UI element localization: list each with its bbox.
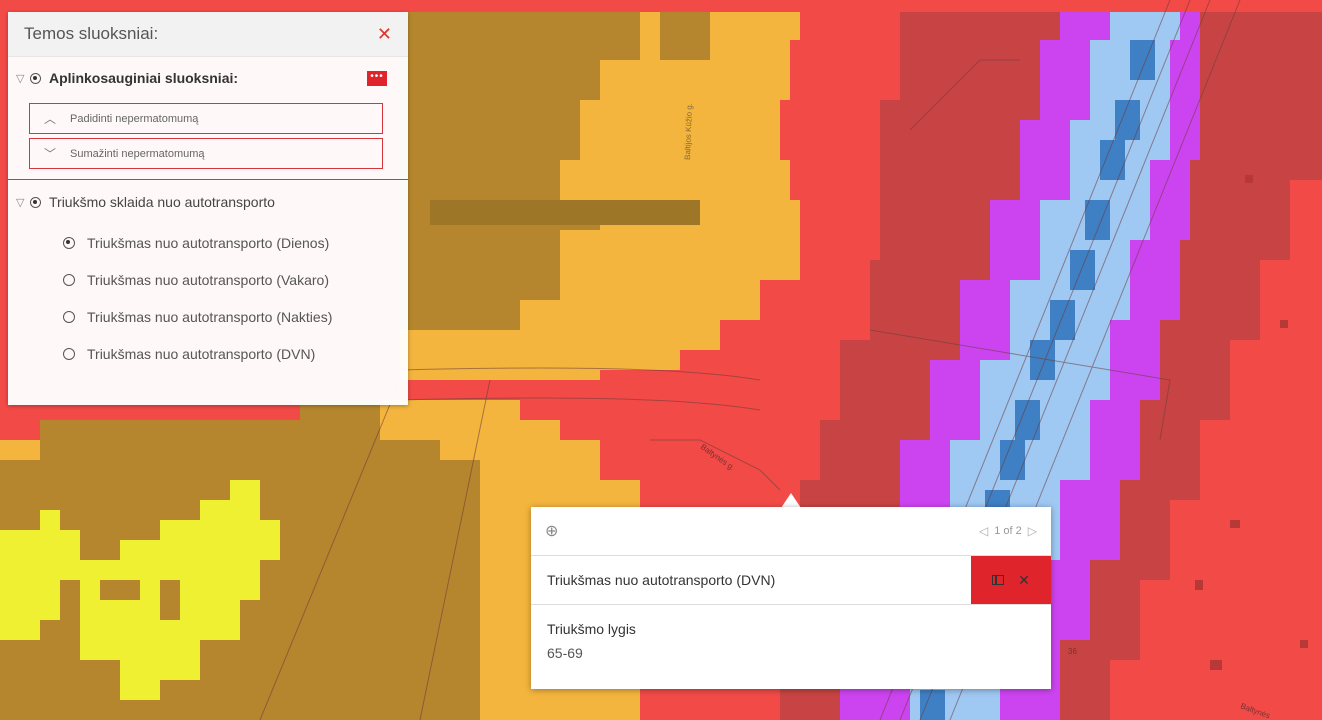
building-number: 36 <box>1068 647 1077 656</box>
group-radio[interactable] <box>30 196 41 208</box>
zoom-in-icon[interactable]: ⊕ <box>545 521 558 541</box>
close-icon[interactable]: ✕ <box>377 24 392 45</box>
increase-opacity-label: Padidinti nepermatomumą <box>70 112 199 125</box>
layer-item-dvn[interactable]: Triukšmas nuo autotransporto (DVN) <box>8 335 408 372</box>
pager-text: 1 of 2 <box>994 525 1022 537</box>
layer-item-label: Triukšmas nuo autotransporto (Vakaro) <box>87 271 329 288</box>
chevron-down-icon: ﹀ <box>43 147 56 161</box>
chevron-up-icon: ︿ <box>43 112 56 126</box>
group-radio[interactable] <box>30 72 41 84</box>
layer-item-label: Triukšmas nuo autotransporto (DVN) <box>87 345 316 362</box>
popup-actions: ✕ <box>971 556 1051 604</box>
layer-item-label: Triukšmas nuo autotransporto (Dienos) <box>87 234 330 251</box>
panel-header: Temos sluoksniai: ✕ <box>8 12 408 57</box>
radio-button[interactable] <box>63 310 75 323</box>
layer-item-evening[interactable]: Triukšmas nuo autotransporto (Vakaro) <box>8 261 408 298</box>
next-icon[interactable]: ▷ <box>1028 524 1037 538</box>
layers-panel: Temos sluoksniai: ✕ ▽ Aplinkosauginiai s… <box>8 12 408 405</box>
field-label: Triukšmo lygis <box>547 621 636 637</box>
group-label: Aplinkosauginiai sluoksniai: <box>49 70 239 86</box>
panel-title: Temos sluoksniai: <box>24 24 159 43</box>
radio-button[interactable] <box>63 273 75 286</box>
decrease-opacity-label: Sumažinti nepermatomumą <box>70 147 205 160</box>
layer-item-night[interactable]: Triukšmas nuo autotransporto (Nakties) <box>8 298 408 335</box>
decrease-opacity-button[interactable]: ﹀ Sumažinti nepermatomumą <box>29 138 383 169</box>
field-value: 65-69 <box>547 645 583 661</box>
dock-icon[interactable] <box>992 575 1005 585</box>
popup-toolbar: ⊕ ◁ 1 of 2 ▷ <box>531 507 1051 556</box>
popup-title: Triukšmas nuo autotransporto (DVN) <box>547 572 776 588</box>
layer-group-environment[interactable]: ▽ Aplinkosauginiai sluoksniai: ••• <box>8 57 408 99</box>
layer-item-label: Triukšmas nuo autotransporto (Nakties) <box>87 308 333 325</box>
feature-popup: ⊕ ◁ 1 of 2 ▷ Triukšmas nuo autotransport… <box>531 507 1051 689</box>
popup-body: Triukšmo lygis 65-69 <box>531 605 1051 677</box>
close-icon[interactable]: ✕ <box>1018 572 1030 589</box>
radio-button[interactable] <box>63 347 75 360</box>
previous-icon[interactable]: ◁ <box>979 524 988 538</box>
caret-down-icon[interactable]: ▽ <box>16 196 30 209</box>
group-label: Triukšmo sklaida nuo autotransporto <box>49 194 275 210</box>
popup-title-row: Triukšmas nuo autotransporto (DVN) ✕ <box>531 556 1051 605</box>
more-dots-icon[interactable]: ••• <box>367 70 387 86</box>
layer-item-day[interactable]: Triukšmas nuo autotransporto (Dienos) <box>8 224 408 261</box>
popup-pager: ◁ 1 of 2 ▷ <box>979 524 1037 538</box>
caret-down-icon[interactable]: ▽ <box>16 72 30 85</box>
popup-pointer <box>781 493 801 508</box>
increase-opacity-button[interactable]: ︿ Padidinti nepermatomumą <box>29 103 383 134</box>
layer-group-noise[interactable]: ▽ Triukšmo sklaida nuo autotransporto <box>8 180 408 224</box>
radio-button[interactable] <box>63 236 75 249</box>
